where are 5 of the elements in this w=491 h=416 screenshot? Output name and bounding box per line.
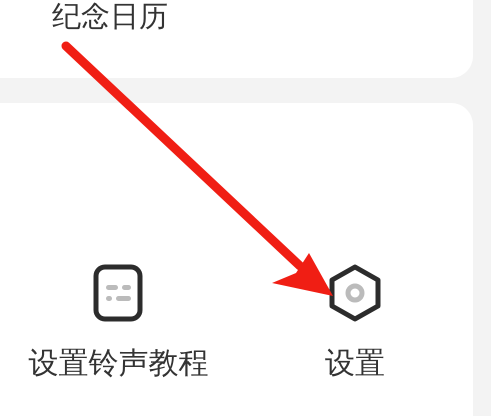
tool-item[interactable]: 设置铃声教程	[0, 263, 236, 380]
card-title: 纪念日历	[52, 2, 168, 31]
tool-label: 设置铃声教程	[28, 347, 208, 380]
tool-label: 设置	[324, 347, 385, 380]
tool-item[interactable]: 设置	[236, 263, 473, 380]
